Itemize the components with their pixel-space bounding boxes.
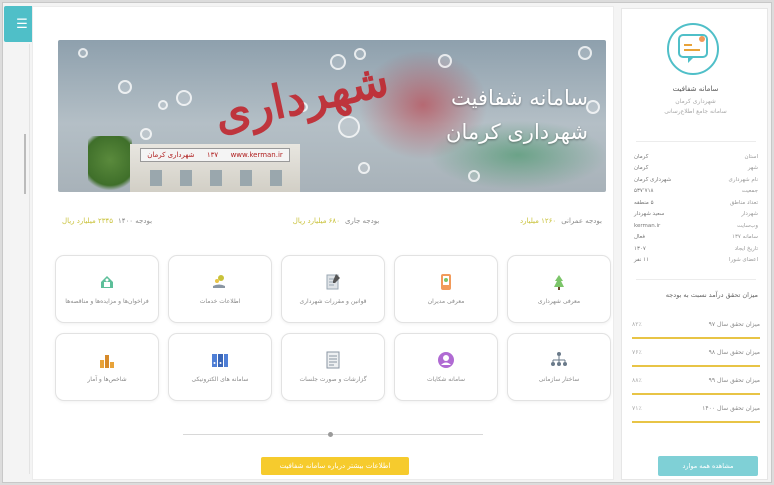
info-row: سامانه ۱۳۷ فعال	[634, 234, 758, 241]
info-row: شهردار سعید شهردار	[634, 211, 758, 218]
org-chart-icon	[550, 351, 568, 369]
info-row: تعداد مناطق ۵ منطقه	[634, 199, 758, 206]
left-rail	[8, 44, 30, 474]
person-circle-icon	[437, 351, 455, 369]
building-flag-icon	[550, 273, 568, 291]
bar-chart-icon	[98, 351, 116, 369]
hand-coins-icon	[211, 273, 229, 291]
performance-item[interactable]: میزان تحقق سال ۹۹ ۸۸٪	[632, 367, 760, 395]
document-pen-icon	[324, 273, 342, 291]
more-info-button[interactable]: اطلاعات بیشتر درباره سامانه شفافیت	[261, 457, 409, 475]
info-row: نام شهرداری شهرداری کرمان	[634, 176, 758, 183]
card-services[interactable]: اطلاعات خدمات	[168, 255, 272, 323]
service-grid: معرفی شهرداری معرفی مدیران قوانین و مقرر…	[53, 255, 611, 401]
view-all-button[interactable]: مشاهده همه موارد	[658, 456, 758, 476]
stat-item: بودجه ۱۴۰۰ ۲۳۴۵ میلیارد ریال	[62, 217, 153, 225]
stat-item: بودجه جاری ۶۸۰ میلیارد ریال	[292, 217, 380, 225]
info-row: جمعیت ۵۳۷٬۷۱۸	[634, 188, 758, 195]
card-org-structure[interactable]: ساختار سازمانی	[507, 333, 611, 401]
card-managers[interactable]: معرفی مدیران	[394, 255, 498, 323]
banner-title: سامانه شفافیت شهرداری کرمان	[446, 86, 588, 144]
stat-item: بودجه عمرانی ۱۲۶۰ میلیارد	[519, 217, 602, 225]
hero-banner: شهرداری شهرداری کرمان ۱۳۷ www.kerman.ir …	[58, 40, 606, 192]
card-e-systems[interactable]: سامانه های الکترونیکی	[168, 333, 272, 401]
card-tenders[interactable]: فراخوان‌ها و مزایده‌ها و مناقصه‌ها	[55, 255, 159, 323]
performance-title: میزان تحقق درآمد نسبت به بودجه	[665, 291, 758, 299]
binders-icon	[211, 351, 229, 369]
municipality-building: شهرداری کرمان ۱۳۷ www.kerman.ir	[130, 144, 300, 192]
building-sign: شهرداری کرمان ۱۳۷ www.kerman.ir	[140, 148, 290, 162]
report-sheet-icon	[324, 351, 342, 369]
info-row: تاریخ ایجاد ۱۳۰۷	[634, 245, 758, 252]
performance-item[interactable]: میزان تحقق سال ۹۷ ۸۲٪	[632, 311, 760, 339]
info-row: وب‌سایت kerman.ir	[634, 222, 758, 229]
info-sidebar: سامانه شفافیت شهرداری کرمان سامانه جامع …	[621, 8, 768, 480]
sidebar-subtitle: شهرداری کرمان سامانه جامع اطلاع‌رسانی	[664, 98, 727, 115]
info-row: شهر کرمان	[634, 165, 758, 172]
info-row: اعضای شورا ۱۱ نفر	[634, 257, 758, 264]
card-complaints[interactable]: سامانه شکایات	[394, 333, 498, 401]
card-regulations[interactable]: قوانین و مقررات شهرداری	[281, 255, 385, 323]
transparency-logo-icon	[666, 21, 720, 77]
performance-item[interactable]: میزان تحقق سال ۹۸ ۷۶٪	[632, 339, 760, 367]
main-content: شهرداری شهرداری کرمان ۱۳۷ www.kerman.ir …	[32, 6, 614, 480]
performance-list: میزان تحقق سال ۹۷ ۸۲٪ میزان تحقق سال ۹۸ ۷۶…	[632, 311, 760, 423]
card-statistics[interactable]: شاخص‌ها و آمار	[55, 333, 159, 401]
card-municipality-intro[interactable]: معرفی شهرداری	[507, 255, 611, 323]
scroll-grip[interactable]	[22, 134, 26, 194]
info-row: استان کرمان	[634, 153, 758, 160]
card-reports[interactable]: گزارشات و صورت جلسات	[281, 333, 385, 401]
budget-stats: بودجه ۱۴۰۰ ۲۳۴۵ میلیارد ریال بودجه جاری …	[58, 213, 606, 229]
phone-users-icon	[437, 273, 455, 291]
menu-icon: ☰	[16, 16, 28, 32]
section-divider	[183, 432, 483, 437]
municipality-info: استان کرمان شهر کرمان نام شهرداری شهرداری ک…	[634, 151, 758, 266]
megaphone-icon	[98, 273, 116, 291]
performance-item[interactable]: میزان تحقق سال ۱۴۰۰ ۷۱٪	[632, 395, 760, 423]
sidebar-title: سامانه شفافیت	[672, 85, 719, 93]
